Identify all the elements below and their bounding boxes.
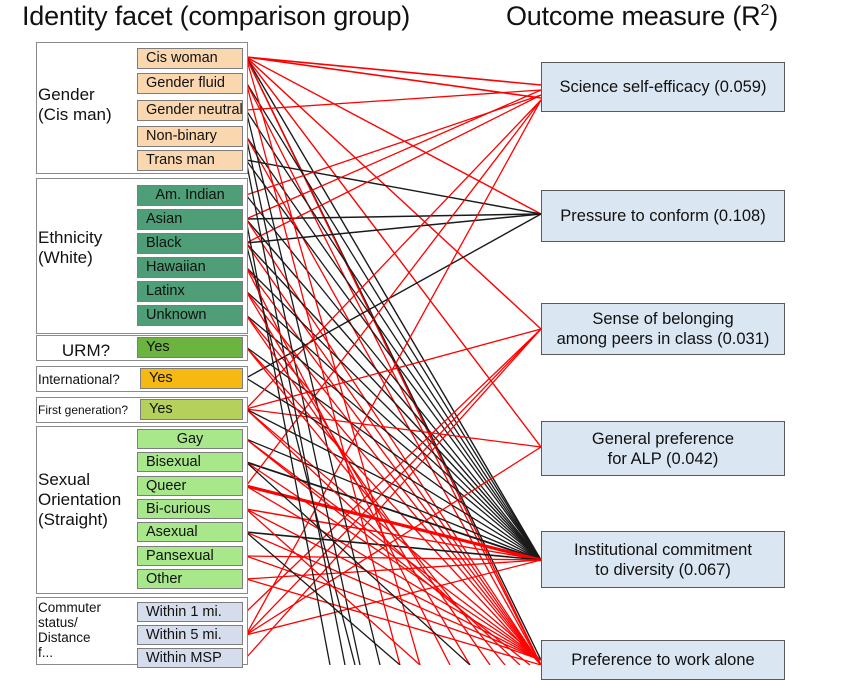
facet-level-gender-4[interactable]: Trans man <box>137 150 243 171</box>
facet-level-ethnicity-1[interactable]: Asian <box>137 209 243 230</box>
facet-group-label-sexual-orientation: Sexual Orientation (Straight) <box>38 470 122 529</box>
facet-level-gender-0[interactable]: Cis woman <box>137 48 243 69</box>
facet-group-label-urm: URM? <box>61 341 111 360</box>
edge-line <box>245 56 542 330</box>
outcome-measure-general-preference-alp[interactable]: General preference for ALP (0.042) <box>541 421 785 476</box>
facet-level-ethnicity-5[interactable]: Unknown <box>137 305 243 326</box>
edge-line <box>245 56 542 99</box>
facet-level-gender-3[interactable]: Non-binary <box>137 126 243 147</box>
facet-level-first-generation-0[interactable]: Yes <box>140 399 243 420</box>
outcome-measure-sense-of-belonging[interactable]: Sense of belonging among peers in class … <box>541 303 785 355</box>
facet-level-sexual-orientation-6[interactable]: Other <box>137 569 243 589</box>
facet-level-sexual-orientation-4[interactable]: Asexual <box>137 522 243 542</box>
facet-level-sexual-orientation-2[interactable]: Queer <box>137 476 243 496</box>
facet-level-sexual-orientation-1[interactable]: Bisexual <box>137 452 243 472</box>
facet-group-label-commuter-status: Commuter status/ Distance f... <box>38 600 102 660</box>
edge-line <box>245 242 356 665</box>
facet-level-international-0[interactable]: Yes <box>140 368 243 389</box>
facet-level-ethnicity-4[interactable]: Latinx <box>137 281 243 302</box>
outcome-measure-science-self-efficacy[interactable]: Science self-efficacy (0.059) <box>541 62 785 112</box>
outcome-measure-institutional-commitment[interactable]: Institutional commitment to diversity (0… <box>541 531 785 588</box>
edge-line <box>245 314 491 665</box>
facet-level-commuter-status-0[interactable]: Within 1 mi. <box>137 602 243 622</box>
edge-line <box>245 135 361 665</box>
edge-line <box>245 159 542 215</box>
edge-line <box>245 81 542 561</box>
facet-group-label-gender: Gender (Cis man) <box>38 85 112 124</box>
facet-level-urm-0[interactable]: Yes <box>137 337 243 358</box>
edge-line <box>245 109 542 561</box>
facet-level-commuter-status-2[interactable]: Within MSP <box>137 648 243 668</box>
facet-level-sexual-orientation-0[interactable]: Gay <box>137 429 243 449</box>
facet-group-label-ethnicity: Ethnicity (White) <box>38 228 103 267</box>
edge-line <box>245 446 542 636</box>
edge-line <box>245 377 542 561</box>
facet-group-label-international: International? <box>38 372 120 387</box>
facet-level-ethnicity-0[interactable]: Am. Indian <box>137 185 243 206</box>
outcome-measure-preference-to-work-alone[interactable]: Preference to work alone <box>541 640 785 680</box>
facet-level-ethnicity-3[interactable]: Hawaiian <box>137 257 243 278</box>
edge-line <box>245 266 451 665</box>
edge-line <box>245 461 471 665</box>
edge-line <box>245 89 542 111</box>
facet-level-gender-1[interactable]: Gender fluid <box>137 73 243 94</box>
facet-level-ethnicity-2[interactable]: Black <box>137 233 243 254</box>
diagram-root: Identity facet (comparison group) Outcom… <box>0 0 857 680</box>
edge-line <box>245 290 542 561</box>
facet-level-sexual-orientation-3[interactable]: Bi-curious <box>137 499 243 519</box>
facet-level-sexual-orientation-5[interactable]: Pansexual <box>137 546 243 566</box>
facet-level-commuter-status-1[interactable]: Within 5 mi. <box>137 625 243 645</box>
facet-level-gender-2[interactable]: Gender neutral <box>137 100 243 121</box>
edge-line <box>245 266 542 665</box>
facet-group-label-first-generation: First generation? <box>38 403 129 417</box>
outcome-measure-pressure-to-conform[interactable]: Pressure to conform (0.108) <box>541 190 785 242</box>
edge-line <box>245 159 346 665</box>
